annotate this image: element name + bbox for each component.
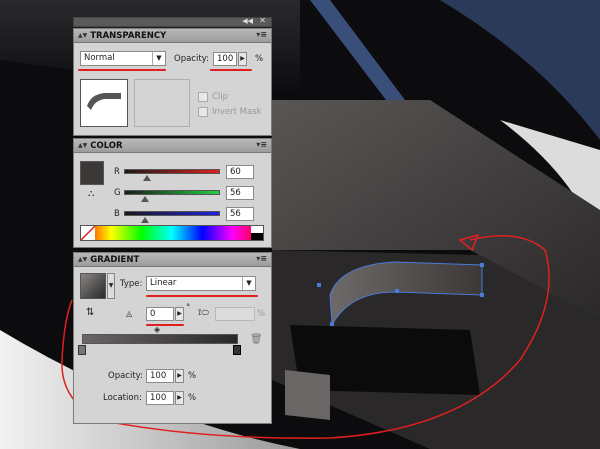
transparency-panel: ▲▼ TRANSPARENCY ▾≡ Normal ▼ Opacity: 100… <box>73 28 272 136</box>
panel-group-titlebar[interactable]: ◀◀ ✕ <box>73 16 272 27</box>
gradient-stop-right[interactable] <box>233 345 241 355</box>
panel-menu-icon[interactable]: ▾≡ <box>256 140 267 149</box>
channel-slider[interactable] <box>124 169 220 174</box>
angle-icon: ◬ <box>126 309 133 318</box>
opacity-stepper[interactable]: ▶ <box>238 52 247 66</box>
mask-thumbnail[interactable] <box>80 79 128 127</box>
type-label: Type: <box>120 279 143 289</box>
collapse-icon[interactable]: ◀◀ <box>242 17 253 25</box>
gradient-preview-swatch[interactable] <box>80 273 106 299</box>
anchor-point[interactable] <box>395 289 399 293</box>
color-panel: ▲▼ COLOR ▾≡ ⛬ R 60 G 56 B 56 <box>73 138 272 248</box>
channel-slider-thumb[interactable] <box>141 196 149 202</box>
gradient-title[interactable]: GRADIENT <box>90 255 139 265</box>
color-title[interactable]: COLOR <box>90 141 122 151</box>
location-label: Location: <box>103 393 142 403</box>
panel-menu-icon[interactable]: ▾≡ <box>256 254 267 263</box>
aspect-ratio-input[interactable] <box>215 307 255 321</box>
tab-arrows-icon[interactable]: ▲▼ <box>78 32 87 39</box>
anchor-point[interactable] <box>480 293 484 297</box>
transparency-title[interactable]: TRANSPARENCY <box>90 31 166 41</box>
degree-symbol: ° <box>186 303 191 313</box>
location-input[interactable]: 100 <box>146 391 174 405</box>
gradient-type-value: Linear <box>150 278 177 288</box>
clip-checkbox[interactable] <box>198 92 208 102</box>
tab-arrows-icon[interactable]: ▲▼ <box>78 142 87 149</box>
arc-thumbnail-icon <box>87 93 121 110</box>
channel-slider[interactable] <box>124 190 220 195</box>
anchor-point[interactable] <box>480 263 484 267</box>
gradient-panel-header[interactable]: ▲▼ GRADIENT ▾≡ <box>74 253 271 267</box>
none-color-swatch[interactable] <box>80 225 96 241</box>
angle-stepper[interactable]: ▶ <box>175 307 184 321</box>
blend-mode-dropdown[interactable]: Normal ▼ <box>80 51 166 66</box>
invert-mask-label: Invert Mask <box>212 107 262 117</box>
channel-value-input[interactable]: 60 <box>226 165 254 179</box>
color-panel-header[interactable]: ▲▼ COLOR ▾≡ <box>74 139 271 153</box>
red-underline <box>78 69 166 71</box>
anchor-point[interactable] <box>317 283 321 287</box>
channel-value-input[interactable]: 56 <box>226 207 254 221</box>
gradient-stop-left[interactable] <box>78 345 86 355</box>
channel-slider-thumb[interactable] <box>141 217 149 223</box>
invert-mask-checkbox[interactable] <box>198 107 208 117</box>
opacity-unit: % <box>255 54 264 64</box>
channel-label: G <box>114 188 121 198</box>
stop-opacity-unit: % <box>188 371 197 381</box>
red-underline <box>146 295 258 297</box>
close-icon[interactable]: ✕ <box>259 16 266 25</box>
stop-opacity-input[interactable]: 100 <box>146 369 174 383</box>
midpoint-diamond-icon[interactable]: ◈ <box>154 325 160 334</box>
small-block <box>285 370 330 420</box>
mask-placeholder <box>134 79 190 127</box>
opacity-input[interactable]: 100 <box>213 52 237 66</box>
white-swatch[interactable] <box>251 226 263 233</box>
channel-label: R <box>114 167 120 177</box>
angle-input[interactable]: 0 <box>146 307 174 321</box>
reverse-gradient-icon[interactable]: ⇅ <box>86 307 94 318</box>
clip-label: Clip <box>212 92 229 102</box>
channel-slider[interactable] <box>124 211 220 216</box>
red-underline <box>210 69 252 71</box>
tab-arrows-icon[interactable]: ▲▼ <box>78 256 87 263</box>
fill-color-swatch[interactable] <box>80 161 104 185</box>
location-unit: % <box>188 393 197 403</box>
channel-label: B <box>114 209 120 219</box>
stop-opacity-stepper[interactable]: ▶ <box>175 369 184 383</box>
aspect-unit: % <box>257 309 266 319</box>
gradient-panel: ▲▼ GRADIENT ▾≡ ▼ Type: Linear ▼ ⇅ ◬ 0 ▶ … <box>73 252 272 424</box>
location-stepper[interactable]: ▶ <box>175 391 184 405</box>
trash-icon[interactable]: 🗑 <box>250 334 263 345</box>
red-underline <box>146 324 184 326</box>
gradient-slider[interactable] <box>82 334 238 344</box>
anchor-point[interactable] <box>330 322 334 326</box>
blend-mode-value: Normal <box>84 53 115 63</box>
out-of-gamut-icon[interactable]: ⛬ <box>88 189 94 199</box>
panel-menu-icon[interactable]: ▾≡ <box>256 30 267 39</box>
aspect-ratio-icon: ⟟⬭ <box>198 308 210 318</box>
stop-opacity-label: Opacity: <box>108 371 143 381</box>
gradient-type-dropdown[interactable]: Linear ▼ <box>146 276 256 291</box>
opacity-label: Opacity: <box>174 54 209 64</box>
chevron-down-icon: ▼ <box>152 52 165 65</box>
channel-value-input[interactable]: 56 <box>226 186 254 200</box>
chevron-down-icon: ▼ <box>242 277 255 290</box>
transparency-panel-header[interactable]: ▲▼ TRANSPARENCY ▾≡ <box>74 29 271 43</box>
black-swatch[interactable] <box>251 233 263 240</box>
gradient-preset-arrow[interactable]: ▼ <box>107 273 115 299</box>
color-spectrum[interactable] <box>80 225 264 241</box>
channel-slider-thumb[interactable] <box>143 175 151 181</box>
